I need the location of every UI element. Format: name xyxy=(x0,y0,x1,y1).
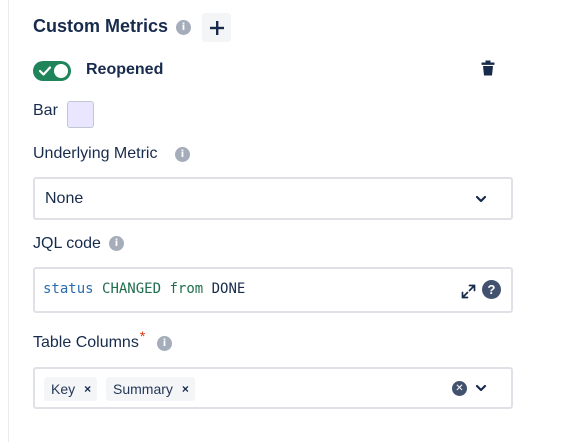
delete-metric-button[interactable] xyxy=(481,60,495,81)
jql-token: CHANGED xyxy=(102,281,162,297)
toggle-knob xyxy=(54,64,68,78)
jql-code[interactable]: status CHANGED from DONE xyxy=(43,281,245,297)
info-icon[interactable]: i xyxy=(157,336,172,351)
bar-color-swatch[interactable] xyxy=(67,101,94,128)
plus-icon xyxy=(209,20,224,35)
jql-label: JQL code xyxy=(33,235,101,252)
table-columns-multiselect[interactable]: Key × Summary × ✕ xyxy=(33,367,513,409)
jql-editor[interactable]: status CHANGED from DONE ? xyxy=(33,267,513,313)
chip-label: Key xyxy=(51,381,76,397)
question-icon[interactable]: ? xyxy=(482,280,501,299)
column-chip-key: Key × xyxy=(44,377,98,401)
column-chip-summary: Summary × xyxy=(106,377,195,401)
info-icon[interactable]: i xyxy=(176,20,191,35)
underlying-metric-label: Underlying Metric xyxy=(33,145,158,162)
remove-chip-icon[interactable]: × xyxy=(182,382,189,396)
expand-icon[interactable] xyxy=(461,284,476,299)
trash-icon xyxy=(481,60,495,76)
chip-label: Summary xyxy=(113,381,173,397)
info-icon[interactable]: i xyxy=(175,147,190,162)
select-value: None xyxy=(45,190,84,207)
chevron-down-icon[interactable] xyxy=(475,383,487,393)
info-icon[interactable]: i xyxy=(109,236,124,251)
chart-type-label: Bar xyxy=(33,102,58,119)
chevron-down-icon xyxy=(475,195,487,203)
jql-token: from xyxy=(169,281,204,297)
required-marker: * xyxy=(139,328,146,344)
table-columns-label: Table Columns* xyxy=(33,328,145,352)
check-icon xyxy=(38,66,52,76)
table-columns-text: Table Columns xyxy=(33,334,139,351)
jql-token: DONE xyxy=(211,281,246,297)
page-title: Custom Metrics xyxy=(33,16,169,36)
metric-enabled-toggle[interactable] xyxy=(33,61,71,81)
underlying-metric-select[interactable]: None xyxy=(33,177,513,220)
panel-divider xyxy=(8,0,9,442)
add-metric-button[interactable] xyxy=(202,13,231,42)
jql-token: status xyxy=(43,281,94,297)
clear-all-icon[interactable]: ✕ xyxy=(452,381,467,396)
remove-chip-icon[interactable]: × xyxy=(84,382,91,396)
metric-name: Reopened xyxy=(86,61,164,78)
